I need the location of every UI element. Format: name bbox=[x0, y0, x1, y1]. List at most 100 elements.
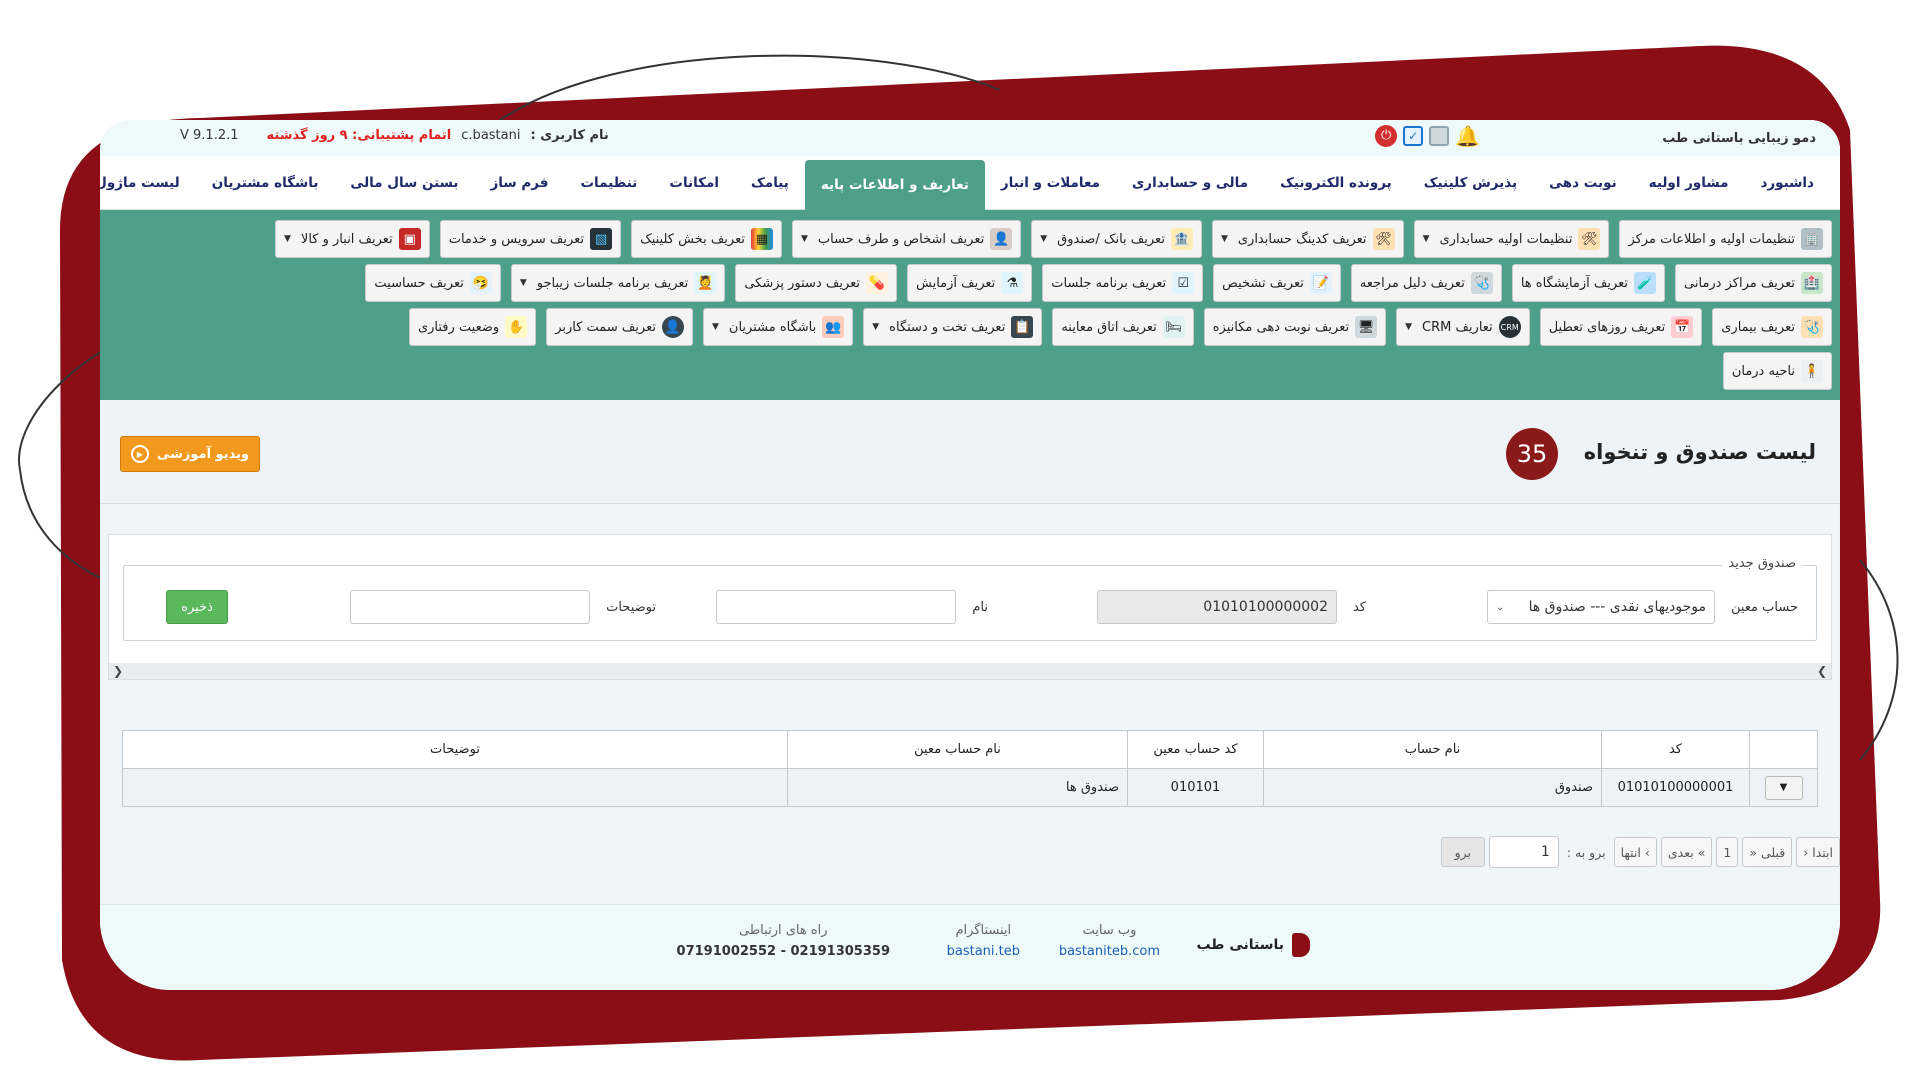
nav-finance-accounting[interactable]: مالی و حسابداری bbox=[1116, 160, 1264, 206]
nav-features[interactable]: امکانات bbox=[653, 160, 735, 206]
chevron-down-icon: ▼ bbox=[1040, 234, 1048, 244]
subnav-allergy[interactable]: 🤧 تعریف حساسیت bbox=[365, 264, 501, 302]
tutorial-video-button[interactable]: ویدیو آموزشی ▶ bbox=[120, 436, 260, 472]
subnav-bed-device[interactable]: 📋 تعریف تخت و دستگاه ▼ bbox=[863, 308, 1043, 346]
pager-prev[interactable]: قبلی « bbox=[1742, 837, 1793, 867]
chevron-down-icon: ▼ bbox=[872, 322, 880, 332]
nav-base-definitions[interactable]: تعاریف و اطلاعات پایه bbox=[804, 159, 985, 210]
footer-brand: باستانی طب bbox=[1196, 933, 1310, 957]
subnav-diagnosis[interactable]: 📝 تعریف تشخیص bbox=[1213, 264, 1341, 302]
subnav-label: تعریف برنامه جلسات bbox=[1051, 275, 1167, 291]
subnav-label: ناحیه درمان bbox=[1731, 363, 1795, 379]
brand-logo-icon bbox=[1292, 933, 1310, 957]
subnav-label: تعریف بیماری bbox=[1721, 319, 1795, 335]
account-label: حساب معین bbox=[1730, 599, 1798, 615]
brand-name: باستانی طب bbox=[1196, 937, 1284, 953]
subnav-services[interactable]: ▧ تعریف سرویس و خدمات bbox=[439, 220, 622, 258]
nav-initial-consultant[interactable]: مشاور اولیه bbox=[1633, 160, 1745, 206]
scroll-left-icon[interactable]: ❮ bbox=[113, 664, 123, 678]
company-name: دمو زیبایی باستانی طب bbox=[1662, 130, 1816, 146]
nav-close-fiscal-year[interactable]: بستن سال مالی bbox=[334, 160, 474, 206]
save-button[interactable]: ذخیره bbox=[166, 590, 228, 624]
subnav-row-1: 🏢 تنظیمات اولیه و اطلاعات مرکز 🛠 تنظیمات ا… bbox=[108, 220, 1832, 258]
sub-nav: 🏢 تنظیمات اولیه و اطلاعات مرکز 🛠 تنظیمات ا… bbox=[100, 210, 1840, 400]
grid-icon: ▦ bbox=[750, 228, 773, 250]
nav-appointments[interactable]: نوبت دهی bbox=[1533, 160, 1633, 206]
subnav-test[interactable]: ⚗ تعریف آزمایش bbox=[907, 264, 1033, 302]
subnav-label: تعریف آزمایشگاه ها bbox=[1520, 275, 1629, 291]
subnav-label: تعریف برنامه جلسات زیباجو bbox=[536, 275, 689, 291]
bank-icon: 🏦 bbox=[1170, 228, 1193, 250]
nav-settings[interactable]: تنظیمات bbox=[564, 160, 653, 206]
name-field[interactable] bbox=[716, 590, 957, 624]
subnav-auto-scheduling[interactable]: 🖥 تعریف نوبت دهی مکانیزه bbox=[1203, 308, 1387, 346]
support-warning: اتمام پشتیبانی: ۹ روز گذشته bbox=[266, 128, 452, 143]
subnav-clinic-section[interactable]: ▦ تعریف بخش کلینیک bbox=[631, 220, 782, 258]
task-calendar-icon[interactable]: ✓ bbox=[1403, 126, 1424, 146]
table-wrapper: کد نام حساب کد حساب معین نام حساب معین ت… bbox=[122, 730, 1818, 807]
subnav-session-program[interactable]: ☑ تعریف برنامه جلسات bbox=[1042, 264, 1204, 302]
version-text: V 9.1.2.1 bbox=[180, 128, 239, 143]
power-icon[interactable]: ⏻ bbox=[1375, 125, 1398, 147]
instagram-link[interactable]: bastani.teb bbox=[947, 944, 1020, 959]
goto-button[interactable]: برو bbox=[1440, 837, 1485, 867]
pager-last[interactable]: › انتها bbox=[1613, 837, 1657, 867]
nav-dashboard[interactable]: داشبورد bbox=[1744, 160, 1830, 206]
subnav-label: تنظیمات اولیه حسابداری bbox=[1439, 231, 1573, 247]
contact-phones: 07191002552 - 02191305359 bbox=[676, 944, 890, 959]
scroll-right-icon[interactable]: ❯ bbox=[1817, 664, 1827, 678]
hospital-icon: 🏥 bbox=[1801, 272, 1823, 294]
subnav-medical-centers[interactable]: 🏥 تعریف مراکز درمانی bbox=[1675, 264, 1832, 302]
pager-next[interactable]: » بعدی bbox=[1660, 837, 1713, 867]
subnav-treatment-area[interactable]: 🧍 ناحیه درمان bbox=[1722, 352, 1832, 390]
calendar-icon[interactable] bbox=[1429, 126, 1450, 146]
nav-form-builder[interactable]: فرم ساز bbox=[475, 160, 565, 206]
name-field-group: نام bbox=[716, 590, 988, 624]
allergy-icon: 🤧 bbox=[469, 272, 492, 294]
subnav-exam-room[interactable]: 🛏 تعریف اتاق معاینه bbox=[1052, 308, 1194, 346]
nav-electronic-record[interactable]: پرونده الکترونیک bbox=[1264, 160, 1408, 206]
nav-customer-club[interactable]: باشگاه مشتریان bbox=[196, 160, 335, 206]
nav-clinic-reception[interactable]: پذیرش کلینیک bbox=[1408, 160, 1533, 206]
prev-label: قبلی bbox=[1760, 844, 1786, 860]
subnav-beauty-sessions[interactable]: 💆 تعریف برنامه جلسات زیباجو ▼ bbox=[510, 264, 726, 302]
nav-module-list[interactable]: لیست ماژول ها bbox=[100, 160, 196, 206]
subnav-bank-cash[interactable]: 🏦 تعریف بانک /صندوق ▼ bbox=[1031, 220, 1202, 258]
subnav-user-role[interactable]: 👤 تعریف سمت کاربر bbox=[546, 308, 693, 346]
description-field[interactable] bbox=[350, 590, 591, 624]
description-field-group: توضیحات bbox=[350, 590, 656, 624]
account-select[interactable]: موجودیهای نقدی --- صندوق ها ⌄ bbox=[1486, 590, 1715, 624]
subnav-customer-club[interactable]: 👥 باشگاه مشتریان ▼ bbox=[702, 308, 854, 346]
goto-page-input[interactable]: 1 bbox=[1488, 836, 1559, 868]
subnav-laboratories[interactable]: 🧪 تعریف آزمایشگاه ها bbox=[1511, 264, 1666, 302]
nav-sms[interactable]: پیامک bbox=[735, 160, 805, 206]
subnav-warehouse[interactable]: ▣ تعریف انبار و کالا ▼ bbox=[275, 220, 430, 258]
bell-icon[interactable]: 🔔 bbox=[1455, 124, 1480, 148]
website-link[interactable]: bastaniteb.com bbox=[1059, 944, 1160, 959]
account-field-group: حساب معین موجودیهای نقدی --- صندوق ها ⌄ bbox=[1486, 590, 1798, 624]
subnav-disease[interactable]: 🩺 تعریف بیماری bbox=[1712, 308, 1832, 346]
next-label: بعدی bbox=[1667, 844, 1694, 860]
form-legend: صندوق جدید bbox=[1722, 556, 1802, 571]
subnav-accounting-settings[interactable]: 🛠 تنظیمات اولیه حسابداری ▼ bbox=[1413, 220, 1610, 258]
subnav-crm[interactable]: CRM تعاریف CRM ▼ bbox=[1396, 308, 1530, 346]
flask-icon: ⚗ bbox=[1001, 272, 1024, 294]
pager-first[interactable]: ابتدا ‹ bbox=[1796, 837, 1840, 867]
topbar-icons: 🔔 ✓ ⏻ bbox=[1375, 124, 1480, 148]
table-header-description: توضیحات bbox=[122, 730, 788, 769]
subnav-persons[interactable]: 👤 تعریف اشخاص و طرف حساب ▼ bbox=[791, 220, 1022, 258]
subnav-accounting-coding[interactable]: 🛠 تعریف کدینگ حسابداری ▼ bbox=[1211, 220, 1404, 258]
row-menu-button[interactable]: ▼ bbox=[1764, 775, 1803, 800]
subnav-row-3: 🩺 تعریف بیماری 📅 تعریف روزهای تعطیل CRM تعا… bbox=[108, 308, 1832, 346]
subnav-behavior[interactable]: ✋ وضعیت رفتاری bbox=[408, 308, 537, 346]
pager-page-1[interactable]: 1 bbox=[1716, 837, 1739, 867]
row-account-name: صندوق bbox=[1263, 768, 1602, 807]
subnav-center-settings[interactable]: 🏢 تنظیمات اولیه و اطلاعات مرکز bbox=[1619, 220, 1832, 258]
beauty-icon: 💆 bbox=[694, 272, 717, 294]
subnav-visit-reason[interactable]: 🩺 تعریف دلیل مراجعه bbox=[1350, 264, 1502, 302]
subnav-prescription[interactable]: 💊 تعریف دستور پزشکی bbox=[735, 264, 898, 302]
code-field[interactable]: 01010100000002 bbox=[1096, 590, 1337, 624]
horizontal-scrollbar[interactable]: ❯ ❮ bbox=[109, 663, 1831, 679]
nav-trades-warehouse[interactable]: معاملات و انبار bbox=[985, 160, 1116, 206]
subnav-holidays[interactable]: 📅 تعریف روزهای تعطیل bbox=[1539, 308, 1703, 346]
